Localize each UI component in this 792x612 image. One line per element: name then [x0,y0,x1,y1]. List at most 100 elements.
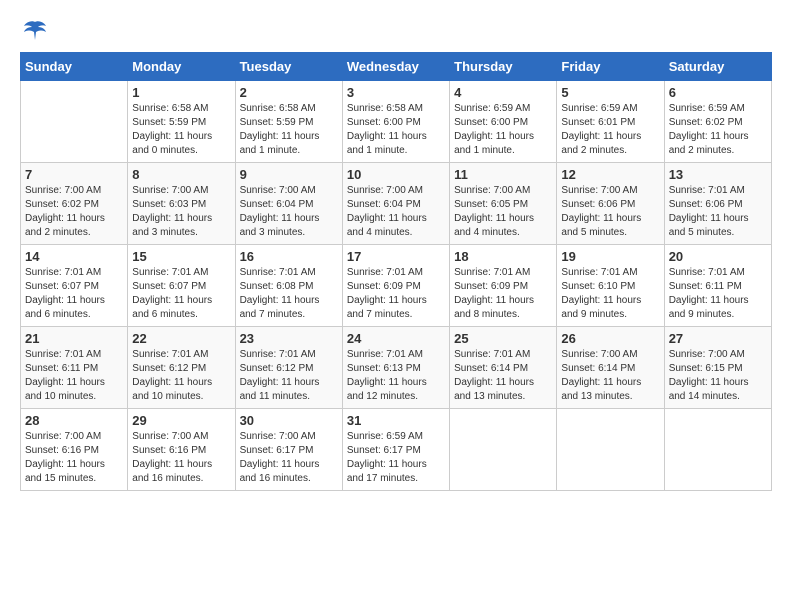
day-number: 29 [132,413,230,428]
calendar-cell: 20 Sunrise: 7:01 AMSunset: 6:11 PMDayligh… [664,245,771,327]
cell-info: Sunrise: 6:59 AMSunset: 6:02 PMDaylight:… [669,102,767,158]
calendar-cell: 6 Sunrise: 6:59 AMSunset: 6:02 PMDaylight… [664,81,771,163]
day-number: 16 [240,249,338,264]
cell-info: Sunrise: 7:00 AMSunset: 6:04 PMDaylight:… [240,184,338,240]
cell-info: Sunrise: 7:01 AMSunset: 6:14 PMDaylight:… [454,348,552,404]
calendar-body: 1Sunrise: 6:58 AMSunset: 5:59 PMDaylight… [21,81,772,491]
calendar-cell: 12 Sunrise: 7:00 AMSunset: 6:06 PMDayligh… [557,163,664,245]
calendar-cell: 10 Sunrise: 7:00 AMSunset: 6:04 PMDayligh… [342,163,449,245]
calendar-cell [21,81,128,163]
col-wednesday: Wednesday [342,53,449,81]
calendar-cell: 8 Sunrise: 7:00 AMSunset: 6:03 PMDaylight… [128,163,235,245]
logo [20,20,48,42]
day-number: 10 [347,167,445,182]
col-saturday: Saturday [664,53,771,81]
col-thursday: Thursday [450,53,557,81]
calendar-cell: 22 Sunrise: 7:01 AMSunset: 6:12 PMDayligh… [128,327,235,409]
cell-info: Sunrise: 7:01 AMSunset: 6:07 PMDaylight:… [132,266,230,322]
cell-info: Sunrise: 7:01 AMSunset: 6:11 PMDaylight:… [669,266,767,322]
cell-info: Sunrise: 7:01 AMSunset: 6:10 PMDaylight:… [561,266,659,322]
calendar-cell: 11Sunrise: 7:00 AMSunset: 6:05 PMDayligh… [450,163,557,245]
calendar-cell [450,409,557,491]
cell-info: Sunrise: 7:01 AMSunset: 6:12 PMDaylight:… [240,348,338,404]
calendar-cell: 24 Sunrise: 7:01 AMSunset: 6:13 PMDayligh… [342,327,449,409]
cell-info: Sunrise: 7:00 AMSunset: 6:04 PMDaylight:… [347,184,445,240]
calendar-cell: 7 Sunrise: 7:00 AMSunset: 6:02 PMDaylight… [21,163,128,245]
calendar-cell: 25 Sunrise: 7:01 AMSunset: 6:14 PMDayligh… [450,327,557,409]
cell-info: Sunrise: 7:00 AMSunset: 6:02 PMDaylight:… [25,184,123,240]
calendar-header: Sunday Monday Tuesday Wednesday Thursday… [21,53,772,81]
cell-info: Sunrise: 6:58 AMSunset: 5:59 PMDaylight:… [240,102,338,158]
day-number: 27 [669,331,767,346]
cell-info: Sunrise: 6:58 AMSunset: 6:00 PMDaylight:… [347,102,445,158]
logo-bird-icon [22,20,48,42]
calendar-cell [557,409,664,491]
cell-info: Sunrise: 7:00 AMSunset: 6:17 PMDaylight:… [240,430,338,486]
calendar-cell [664,409,771,491]
calendar-cell: 13Sunrise: 7:01 AMSunset: 6:06 PMDayligh… [664,163,771,245]
cell-info: Sunrise: 7:00 AMSunset: 6:14 PMDaylight:… [561,348,659,404]
day-number: 12 [561,167,659,182]
calendar-cell: 16 Sunrise: 7:01 AMSunset: 6:08 PMDayligh… [235,245,342,327]
cell-info: Sunrise: 7:01 AMSunset: 6:12 PMDaylight:… [132,348,230,404]
calendar-cell: 23 Sunrise: 7:01 AMSunset: 6:12 PMDayligh… [235,327,342,409]
calendar-cell: 29 Sunrise: 7:00 AMSunset: 6:16 PMDayligh… [128,409,235,491]
day-number: 4 [454,85,552,100]
day-number: 8 [132,167,230,182]
calendar-cell: 9 Sunrise: 7:00 AMSunset: 6:04 PMDaylight… [235,163,342,245]
cell-info: Sunrise: 7:00 AMSunset: 6:06 PMDaylight:… [561,184,659,240]
cell-info: Sunrise: 7:00 AMSunset: 6:16 PMDaylight:… [132,430,230,486]
calendar-cell: 19Sunrise: 7:01 AMSunset: 6:10 PMDayligh… [557,245,664,327]
calendar-cell: 5 Sunrise: 6:59 AMSunset: 6:01 PMDaylight… [557,81,664,163]
calendar-cell: 15 Sunrise: 7:01 AMSunset: 6:07 PMDayligh… [128,245,235,327]
col-friday: Friday [557,53,664,81]
main-container: Sunday Monday Tuesday Wednesday Thursday… [0,0,792,501]
day-number: 22 [132,331,230,346]
day-number: 20 [669,249,767,264]
day-number: 13 [669,167,767,182]
calendar-cell: 17Sunrise: 7:01 AMSunset: 6:09 PMDayligh… [342,245,449,327]
calendar-week-row: 14Sunrise: 7:01 AMSunset: 6:07 PMDayligh… [21,245,772,327]
header [20,20,772,42]
day-number: 7 [25,167,123,182]
calendar-week-row: 28Sunrise: 7:00 AMSunset: 6:16 PMDayligh… [21,409,772,491]
cell-info: Sunrise: 7:01 AMSunset: 6:09 PMDaylight:… [454,266,552,322]
calendar-cell: 26Sunrise: 7:00 AMSunset: 6:14 PMDayligh… [557,327,664,409]
day-number: 31 [347,413,445,428]
day-number: 2 [240,85,338,100]
cell-info: Sunrise: 7:00 AMSunset: 6:03 PMDaylight:… [132,184,230,240]
day-number: 24 [347,331,445,346]
calendar-cell: 14Sunrise: 7:01 AMSunset: 6:07 PMDayligh… [21,245,128,327]
cell-info: Sunrise: 7:01 AMSunset: 6:13 PMDaylight:… [347,348,445,404]
day-number: 23 [240,331,338,346]
day-number: 3 [347,85,445,100]
calendar-week-row: 1Sunrise: 6:58 AMSunset: 5:59 PMDaylight… [21,81,772,163]
cell-info: Sunrise: 7:01 AMSunset: 6:08 PMDaylight:… [240,266,338,322]
day-number: 25 [454,331,552,346]
header-row: Sunday Monday Tuesday Wednesday Thursday… [21,53,772,81]
day-number: 9 [240,167,338,182]
day-number: 18 [454,249,552,264]
calendar-cell: 2 Sunrise: 6:58 AMSunset: 5:59 PMDaylight… [235,81,342,163]
col-tuesday: Tuesday [235,53,342,81]
calendar-cell: 28Sunrise: 7:00 AMSunset: 6:16 PMDayligh… [21,409,128,491]
calendar-table: Sunday Monday Tuesday Wednesday Thursday… [20,52,772,491]
col-sunday: Sunday [21,53,128,81]
calendar-cell: 31 Sunrise: 6:59 AMSunset: 6:17 PMDayligh… [342,409,449,491]
cell-info: Sunrise: 6:59 AMSunset: 6:17 PMDaylight:… [347,430,445,486]
cell-info: Sunrise: 6:58 AMSunset: 5:59 PMDaylight:… [132,102,230,158]
day-number: 17 [347,249,445,264]
day-number: 6 [669,85,767,100]
cell-info: Sunrise: 6:59 AMSunset: 6:01 PMDaylight:… [561,102,659,158]
day-number: 30 [240,413,338,428]
cell-info: Sunrise: 7:00 AMSunset: 6:15 PMDaylight:… [669,348,767,404]
col-monday: Monday [128,53,235,81]
day-number: 11 [454,167,552,182]
cell-info: Sunrise: 6:59 AMSunset: 6:00 PMDaylight:… [454,102,552,158]
day-number: 21 [25,331,123,346]
day-number: 5 [561,85,659,100]
calendar-cell: 4 Sunrise: 6:59 AMSunset: 6:00 PMDaylight… [450,81,557,163]
day-number: 15 [132,249,230,264]
calendar-week-row: 21Sunrise: 7:01 AMSunset: 6:11 PMDayligh… [21,327,772,409]
calendar-week-row: 7 Sunrise: 7:00 AMSunset: 6:02 PMDaylight… [21,163,772,245]
